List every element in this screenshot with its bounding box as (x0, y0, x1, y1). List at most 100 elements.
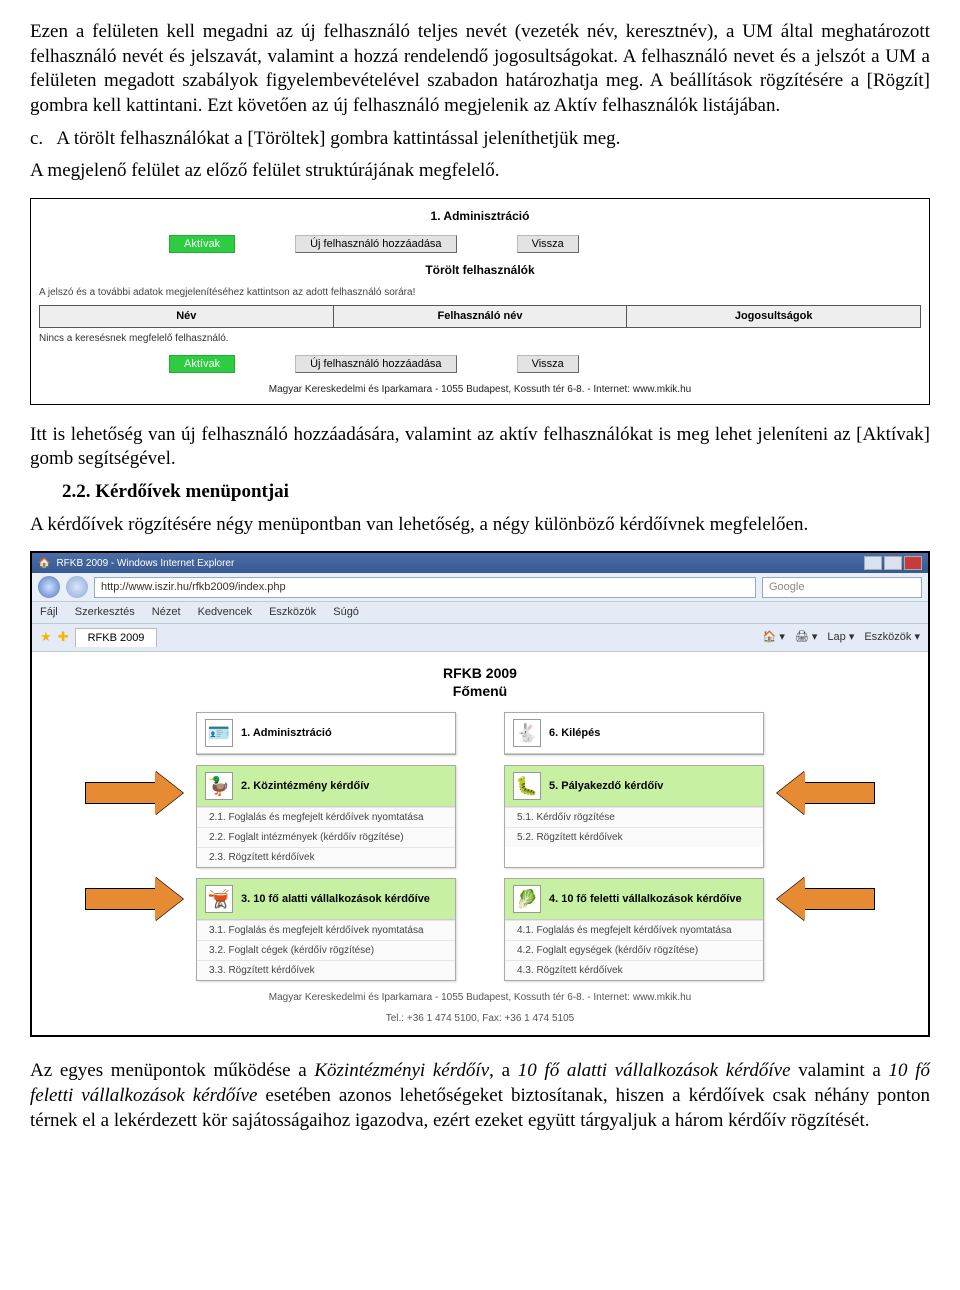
col-name: Név (40, 306, 334, 327)
sub-4-2[interactable]: 4.2. Foglalt egységek (kérdőív rögzítése… (505, 940, 763, 960)
sub-2-2[interactable]: 2.2. Foglalt intézmények (kérdőív rögzít… (197, 827, 455, 847)
paragraph-2: Itt is lehetőség van új felhasználó hozz… (30, 423, 930, 472)
card-4[interactable]: 🥬 4. 10 fő feletti vállalkozások kérdőíve… (504, 878, 764, 981)
exit-icon: 🐇 (513, 719, 541, 747)
admin-table: Név Felhasználó név Jogosultságok (39, 305, 921, 327)
card-5[interactable]: 🐛 5. Pályakezdő kérdőív 5.1. Kérdőív rögz… (504, 765, 764, 868)
menu-fav[interactable]: Kedvencek (198, 606, 252, 618)
paragraph-1: Ezen a felületen kell megadni az új felh… (30, 20, 930, 119)
p4-a: Az egyes menüpontok működése a (30, 1060, 314, 1081)
btn-back[interactable]: Vissza (517, 235, 579, 253)
card-admin-label: 1. Adminisztráció (241, 726, 332, 740)
card-5-label: 5. Pályakezdő kérdőív (549, 779, 663, 793)
page-body: RFKB 2009 Főmenü 🪪1. Adminisztráció 🐇6. … (32, 652, 928, 1035)
admin-subtitle: Törölt felhasználók (39, 263, 921, 279)
toolbtn-tools[interactable]: Eszközök ▾ (864, 630, 920, 644)
admin-noresult: Nincs a keresésnek megfelelő felhasználó… (39, 332, 921, 345)
btn-active[interactable]: Aktívak (169, 235, 235, 253)
arrow-3 (85, 888, 157, 910)
p4-b: Közintézményi kérdőív (314, 1060, 489, 1081)
arrow-4 (803, 888, 875, 910)
paragraph-c2: A megjelenő felület az előző felület str… (30, 159, 930, 184)
arrow-2 (85, 782, 157, 804)
sub-3-2[interactable]: 3.2. Foglalt cégek (kérdőív rögzítése) (197, 940, 455, 960)
btn-active-2[interactable]: Aktívak (169, 355, 235, 373)
btn-add-user-2[interactable]: Új felhasználó hozzáadása (295, 355, 456, 373)
bullet-c-text: A törölt felhasználókat a [Töröltek] gom… (56, 128, 620, 149)
menu-grid: 🪪 1. Adminisztráció 🐇 6. Kilépés 🦆 2. Közin… (165, 712, 795, 981)
card-exit[interactable]: 🐇 6. Kilépés (504, 712, 764, 755)
admin-btnrow-bottom: Aktívak Új felhasználó hozzáadása Vissza (39, 355, 921, 373)
card-3-label: 3. 10 fő alatti vállalkozások kérdőíve (241, 892, 430, 906)
sub-3-3[interactable]: 3.3. Rögzített kérdőívek (197, 960, 455, 980)
sub-4-1[interactable]: 4.1. Foglalás és megfejelt kérdőívek nyo… (505, 920, 763, 940)
close-button[interactable] (904, 556, 922, 570)
col-permissions: Jogosultságok (627, 306, 921, 327)
admin-icon: 🪪 (205, 719, 233, 747)
arrow-5-head (777, 771, 805, 815)
toolbtn-page[interactable]: Lap ▾ (827, 630, 854, 644)
card-4-icon: 🥬 (513, 885, 541, 913)
card-4-label: 4. 10 fő feletti vállalkozások kérdőíve (549, 892, 742, 906)
menu-view[interactable]: Nézet (152, 606, 181, 618)
sub-4-3[interactable]: 4.3. Rögzített kérdőívek (505, 960, 763, 980)
card-2-label: 2. Közintézmény kérdőív (241, 779, 369, 793)
col-username: Felhasználó név (333, 306, 627, 327)
page-footer-1: Magyar Kereskedelmi és Iparkamara - 1055… (56, 991, 904, 1004)
browser-tab[interactable]: RFKB 2009 (75, 628, 158, 647)
menu-file[interactable]: Fájl (40, 606, 58, 618)
sub-5-1[interactable]: 5.1. Kérdőív rögzítése (505, 807, 763, 827)
minimize-button[interactable] (864, 556, 882, 570)
add-favorite-icon[interactable]: ✚ (58, 629, 69, 646)
bullet-c-row: c. A törölt felhasználókat a [Töröltek] … (30, 127, 930, 152)
address-bar[interactable]: http://www.iszir.hu/rfkb2009/index.php (94, 577, 756, 597)
card-2-icon: 🦆 (205, 772, 233, 800)
p4-c: , a (489, 1060, 518, 1081)
menu-edit[interactable]: Szerkesztés (75, 606, 135, 618)
admin-btnrow-top: Aktívak Új felhasználó hozzáadása Vissza (39, 235, 921, 253)
admin-hint: A jelszó és a további adatok megjeleníté… (39, 286, 921, 299)
card-3-icon: 🫕 (205, 885, 233, 913)
card-2-subs: 2.1. Foglalás és megfejelt kérdőívek nyo… (197, 807, 455, 867)
arrow-5 (803, 782, 875, 804)
paragraph-3: A kérdőívek rögzítésére négy menüpontban… (30, 513, 930, 538)
print-icon[interactable]: 🖨 ▾ (795, 630, 818, 644)
arrow-3-head (155, 877, 183, 921)
heading-2-2: 2.2. Kérdőívek menüpontjai (62, 480, 930, 505)
search-input[interactable]: Google (762, 577, 922, 597)
p4-d: 10 fő alatti vállalkozások kérdőíve (518, 1060, 791, 1081)
card-admin[interactable]: 🪪 1. Adminisztráció (196, 712, 456, 755)
card-exit-label: 6. Kilépés (549, 726, 600, 740)
paragraph-4: Az egyes menüpontok működése a Közintézm… (30, 1059, 930, 1133)
btn-add-user[interactable]: Új felhasználó hozzáadása (295, 235, 456, 253)
btn-back-2[interactable]: Vissza (517, 355, 579, 373)
ie-navbar: http://www.iszir.hu/rfkb2009/index.php G… (32, 573, 928, 602)
sub-2-3[interactable]: 2.3. Rögzített kérdőívek (197, 847, 455, 867)
card-4-subs: 4.1. Foglalás és megfejelt kérdőívek nyo… (505, 920, 763, 980)
menu-help[interactable]: Súgó (333, 606, 359, 618)
sub-2-1[interactable]: 2.1. Foglalás és megfejelt kérdőívek nyo… (197, 807, 455, 827)
admin-footer: Magyar Kereskedelmi és Iparkamara - 1055… (39, 383, 921, 396)
card-3-subs: 3.1. Foglalás és megfejelt kérdőívek nyo… (197, 920, 455, 980)
ie-title: RFKB 2009 - Windows Internet Explorer (56, 557, 234, 570)
ie-menubar: Fájl Szerkesztés Nézet Kedvencek Eszközö… (32, 602, 928, 623)
arrow-4-head (777, 877, 805, 921)
card-2[interactable]: 🦆 2. Közintézmény kérdőív 2.1. Foglalás é… (196, 765, 456, 868)
sub-3-1[interactable]: 3.1. Foglalás és megfejelt kérdőívek nyo… (197, 920, 455, 940)
nav-back-icon[interactable] (38, 576, 60, 598)
card-5-subs: 5.1. Kérdőív rögzítése 5.2. Rögzített ké… (505, 807, 763, 847)
card-3[interactable]: 🫕3. 10 fő alatti vállalkozások kérdőíve … (196, 878, 456, 981)
menu-tools[interactable]: Eszközök (269, 606, 316, 618)
maximize-button[interactable] (884, 556, 902, 570)
page-footer-2: Tel.: +36 1 474 5100, Fax: +36 1 474 510… (56, 1012, 904, 1025)
arrow-2-head (155, 771, 183, 815)
window-buttons (864, 556, 922, 570)
nav-forward-icon[interactable] (66, 576, 88, 598)
sub-5-2[interactable]: 5.2. Rögzített kérdőívek (505, 827, 763, 847)
page-subtitle: Főmenü (56, 682, 904, 700)
admin-title: 1. Adminisztráció (39, 209, 921, 225)
screenshot-browser: 🏠 RFKB 2009 - Windows Internet Explorer … (30, 551, 930, 1037)
card-5-icon: 🐛 (513, 772, 541, 800)
home-icon[interactable]: 🏠 ▾ (763, 630, 785, 644)
favorites-icon[interactable]: ★ (40, 629, 52, 646)
